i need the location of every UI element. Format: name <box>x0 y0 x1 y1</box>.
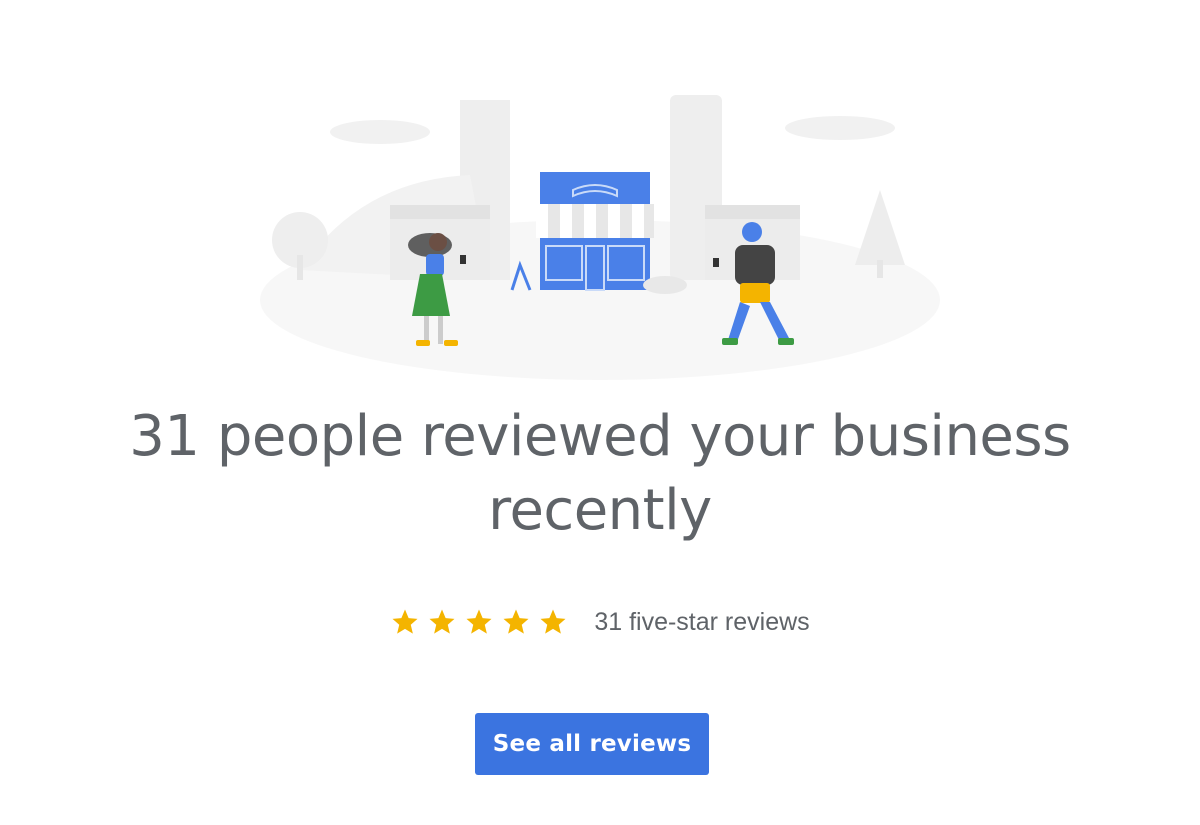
shop-sign-board <box>540 172 650 204</box>
rating-summary: 31 five-star reviews <box>0 600 1200 644</box>
star-icon <box>540 609 566 634</box>
star-icon <box>503 609 529 634</box>
shop-awning <box>536 204 654 238</box>
cloud-right <box>785 116 895 140</box>
star-icon <box>466 609 492 634</box>
star-rating <box>390 607 568 637</box>
star-icon <box>429 609 455 634</box>
shop-bush <box>643 276 687 294</box>
side-shop-left-awning <box>390 205 490 219</box>
storefront-illustration <box>260 95 940 380</box>
headline-line-1: 31 people reviewed your business <box>129 404 1071 469</box>
tree-right-trunk <box>877 260 883 278</box>
star-icon <box>392 609 418 634</box>
tree-left-trunk <box>297 255 303 280</box>
tree-right <box>855 190 905 265</box>
cloud-left <box>330 120 430 144</box>
page-headline: 31 people reviewed your business recentl… <box>0 400 1200 548</box>
rating-summary-text: 31 five-star reviews <box>594 607 810 636</box>
headline-line-2: recently <box>488 478 712 543</box>
see-all-reviews-button[interactable]: See all reviews <box>475 713 709 775</box>
side-shop-right-awning <box>705 205 800 219</box>
